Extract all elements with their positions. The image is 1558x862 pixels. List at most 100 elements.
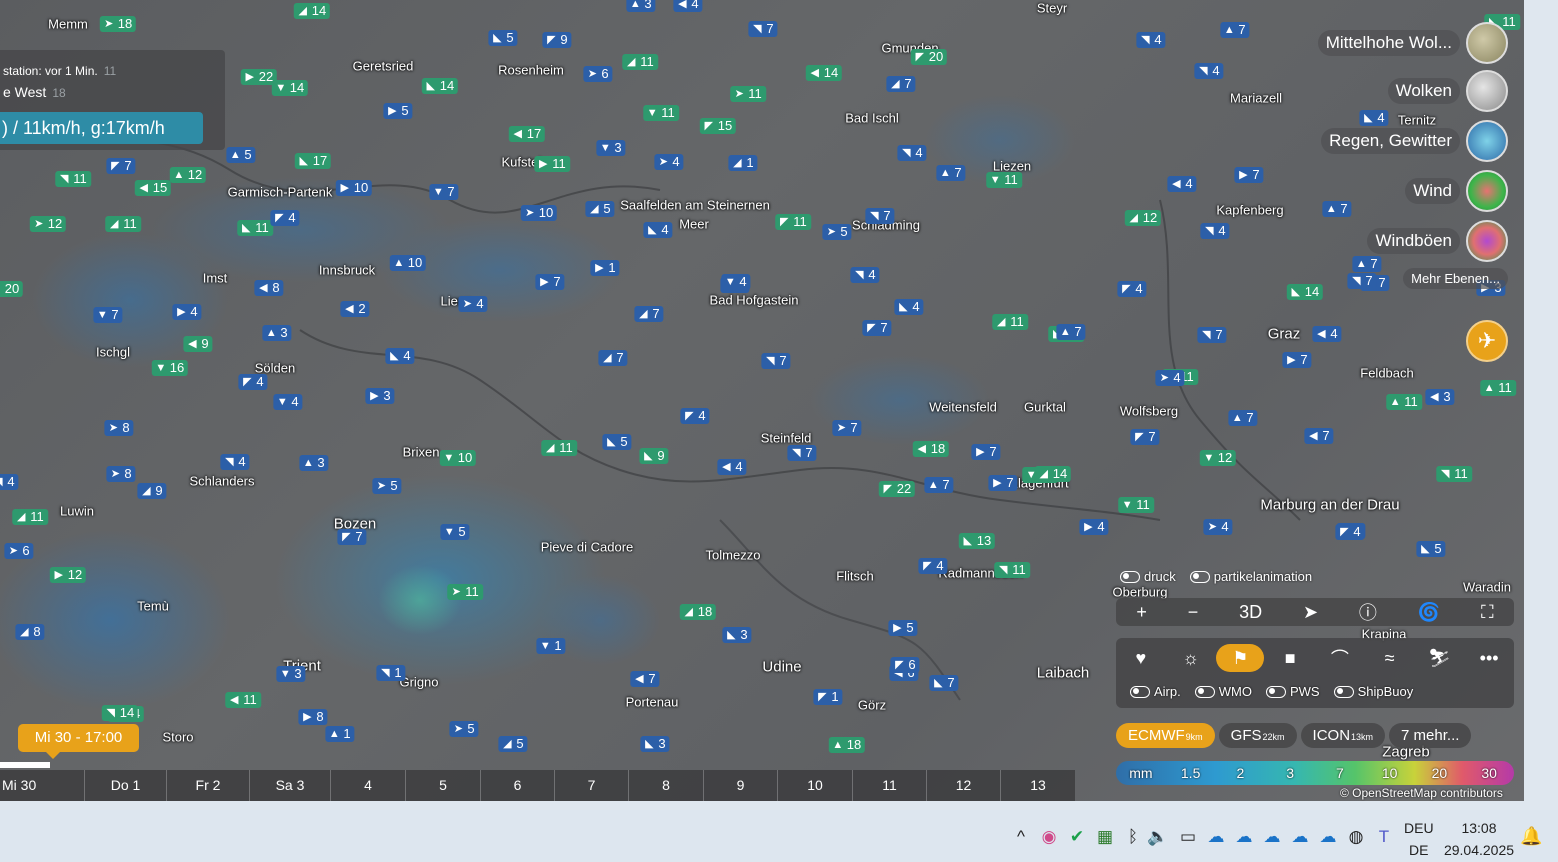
wind-marker[interactable]: ▼ 3 bbox=[596, 140, 626, 156]
wind-marker[interactable]: ◀ 2 bbox=[340, 301, 370, 317]
wind-marker[interactable]: ◤ 1 bbox=[813, 689, 843, 705]
wind-marker[interactable]: ◤ 4 bbox=[680, 408, 710, 424]
wind-marker[interactable]: ▼7 bbox=[429, 184, 459, 200]
wind-marker[interactable]: ➤ 10 bbox=[520, 205, 558, 221]
display-icon[interactable]: ▭ bbox=[1177, 826, 1199, 848]
airplane-icon[interactable]: ✈ bbox=[1466, 320, 1508, 362]
wind-marker[interactable]: ◢ 11 bbox=[12, 509, 48, 525]
wind-marker[interactable]: ◥4 bbox=[0, 474, 19, 490]
wind-marker[interactable]: ◀ 15 bbox=[134, 180, 172, 196]
timeline-day[interactable]: 7 bbox=[554, 770, 628, 801]
wind-marker[interactable]: ➤ 5 bbox=[449, 721, 479, 737]
wind-marker[interactable]: ◢7 bbox=[598, 350, 628, 366]
wind-marker[interactable]: ▶ 7 bbox=[971, 444, 1001, 460]
timeline-day[interactable]: 10 bbox=[777, 770, 852, 801]
wind-marker[interactable]: ◢ 11 bbox=[105, 216, 141, 232]
wind-marker[interactable]: ➤ 18 bbox=[99, 16, 137, 32]
wind-marker[interactable]: ◥ 11 bbox=[1436, 466, 1472, 482]
wind-marker[interactable]: ◣ 4 bbox=[643, 222, 673, 238]
wind-marker[interactable]: ▶ 5 bbox=[888, 620, 918, 636]
timeline-day[interactable]: 12 bbox=[926, 770, 1000, 801]
app-icon[interactable]: ▦ bbox=[1094, 826, 1116, 848]
wind-marker[interactable]: ◀7 bbox=[1304, 428, 1334, 444]
wind-marker[interactable]: ➤ 4 bbox=[1203, 519, 1233, 535]
wind-marker[interactable]: ▼11 bbox=[643, 105, 679, 121]
wind-marker[interactable]: ◣ 5 bbox=[602, 434, 632, 450]
wind-marker[interactable]: ▼ 4 bbox=[721, 274, 751, 290]
wind-marker[interactable]: ◀ 4 bbox=[717, 459, 747, 475]
wind-marker[interactable]: ▶ 8 bbox=[298, 709, 328, 725]
wind-marker[interactable]: ◣ 13 bbox=[958, 533, 996, 549]
wind-marker[interactable]: ◢7 bbox=[886, 76, 916, 92]
timeline-day[interactable]: 6 bbox=[480, 770, 554, 801]
wind-marker[interactable]: ▲ 12 bbox=[169, 167, 207, 183]
wind-marker[interactable]: ◣ 3 bbox=[722, 627, 752, 643]
cloud-icon[interactable]: ☁ bbox=[1205, 826, 1227, 848]
3d-button[interactable]: 3D bbox=[1239, 602, 1262, 623]
wind-marker[interactable]: ◤ 20 bbox=[910, 49, 948, 65]
wind-marker[interactable]: ◢ 8 bbox=[15, 624, 45, 640]
weather-map[interactable]: Memm Geretsried Rosenheim Gmunden Steyr Bad I… bbox=[0, 0, 1524, 801]
wind-marker[interactable]: ◤ 7 bbox=[862, 320, 892, 336]
cloud-icon[interactable]: ☁ bbox=[1317, 826, 1339, 848]
surf-icon[interactable]: ≈ bbox=[1366, 644, 1414, 672]
wind-marker[interactable]: ◤ 4 bbox=[238, 374, 268, 390]
wind-marker[interactable]: ◢ 5 bbox=[585, 201, 615, 217]
wind-marker[interactable]: ◀ 9 bbox=[183, 336, 213, 352]
wind-marker[interactable]: ◣ 4 bbox=[385, 348, 415, 364]
layer-wind[interactable]: Wind bbox=[1405, 170, 1508, 212]
more-icon[interactable]: ••• bbox=[1465, 644, 1513, 672]
wind-marker[interactable]: ➤ 11 bbox=[730, 86, 766, 102]
flag-icon[interactable]: ⚑ bbox=[1216, 644, 1265, 672]
wind-marker[interactable]: ◤ 6 bbox=[890, 657, 920, 673]
wind-marker[interactable]: ◢ 12 bbox=[1124, 210, 1162, 226]
wind-marker[interactable]: ◥ 7 bbox=[787, 445, 817, 461]
wind-marker[interactable]: ◥4 bbox=[850, 267, 880, 283]
wind-marker[interactable]: ◥ 7 bbox=[761, 353, 791, 369]
timeline-day[interactable]: 5 bbox=[405, 770, 480, 801]
wind-marker[interactable]: ◥ 7 bbox=[748, 21, 778, 37]
wind-marker[interactable]: ◢ 14 bbox=[293, 3, 331, 19]
wind-marker[interactable]: ◀7 bbox=[630, 671, 660, 687]
wind-marker[interactable]: ◀ 14 bbox=[805, 65, 843, 81]
wind-marker[interactable]: ➤ 5 bbox=[822, 224, 852, 240]
cloud-icon[interactable]: ☁ bbox=[1261, 826, 1283, 848]
weather-icon[interactable]: ☼ bbox=[1167, 644, 1215, 672]
wind-marker[interactable]: ➤ 8 bbox=[104, 420, 134, 436]
wind-marker[interactable]: ◤ 7 bbox=[337, 529, 367, 545]
timeline-day[interactable]: Do 1 bbox=[84, 770, 166, 801]
zoom-in-button[interactable]: + bbox=[1136, 602, 1147, 623]
wind-marker[interactable]: ◤ 9 bbox=[542, 32, 572, 48]
wind-marker[interactable]: ◥ 7 bbox=[865, 208, 895, 224]
wind-marker[interactable]: ◣ 14 bbox=[1286, 284, 1324, 300]
timeline-day[interactable]: 9 bbox=[703, 770, 777, 801]
wind-marker[interactable]: ▲ 7 bbox=[924, 477, 954, 493]
wind-marker[interactable]: ◥4 bbox=[1200, 223, 1230, 239]
wind-marker[interactable]: ◥ 14 bbox=[101, 705, 139, 721]
timeline-day[interactable]: 8 bbox=[628, 770, 703, 801]
wind-marker[interactable]: ▶ 12 bbox=[49, 567, 87, 583]
layer-gust[interactable]: Windböen bbox=[1367, 220, 1508, 262]
wind-marker[interactable]: ◀ 4 bbox=[1167, 176, 1197, 192]
wind-speed-pill[interactable]: ) / 11km/h, g:17km/h bbox=[0, 112, 203, 144]
wind-marker[interactable]: ▲ 1 bbox=[325, 726, 355, 742]
wind-marker[interactable]: ◢ 14 bbox=[1034, 466, 1072, 482]
locate-icon[interactable]: ➤ bbox=[1303, 602, 1318, 623]
wind-marker[interactable]: ➤ 4 bbox=[458, 296, 488, 312]
wind-marker[interactable]: ▼11 bbox=[1118, 497, 1154, 513]
wind-marker[interactable]: ◤ 7 bbox=[1130, 429, 1160, 445]
wind-marker[interactable]: ➤ 4 bbox=[654, 154, 684, 170]
wind-marker[interactable]: ▶ 7 bbox=[988, 475, 1018, 491]
wind-marker[interactable]: ▶ 7 bbox=[535, 274, 565, 290]
wind-marker[interactable]: ➤ 5 bbox=[372, 478, 402, 494]
wind-marker[interactable]: ▲ 3 bbox=[626, 0, 656, 12]
wind-marker[interactable]: ▼ 3 bbox=[276, 666, 306, 682]
wind-marker[interactable]: ◥4 bbox=[1194, 63, 1224, 79]
wind-marker[interactable]: ▲ 7 bbox=[936, 165, 966, 181]
fullscreen-icon[interactable]: ⛶ bbox=[1481, 602, 1494, 623]
wind-marker[interactable]: ◥ 11 bbox=[55, 171, 91, 187]
wind-marker[interactable]: ◢ 9 bbox=[137, 483, 167, 499]
wind-marker[interactable]: ▶ 5 bbox=[383, 103, 413, 119]
time-bubble[interactable]: Mi 30 - 17:00 bbox=[18, 724, 139, 759]
timeline-day[interactable]: 4 bbox=[330, 770, 405, 801]
